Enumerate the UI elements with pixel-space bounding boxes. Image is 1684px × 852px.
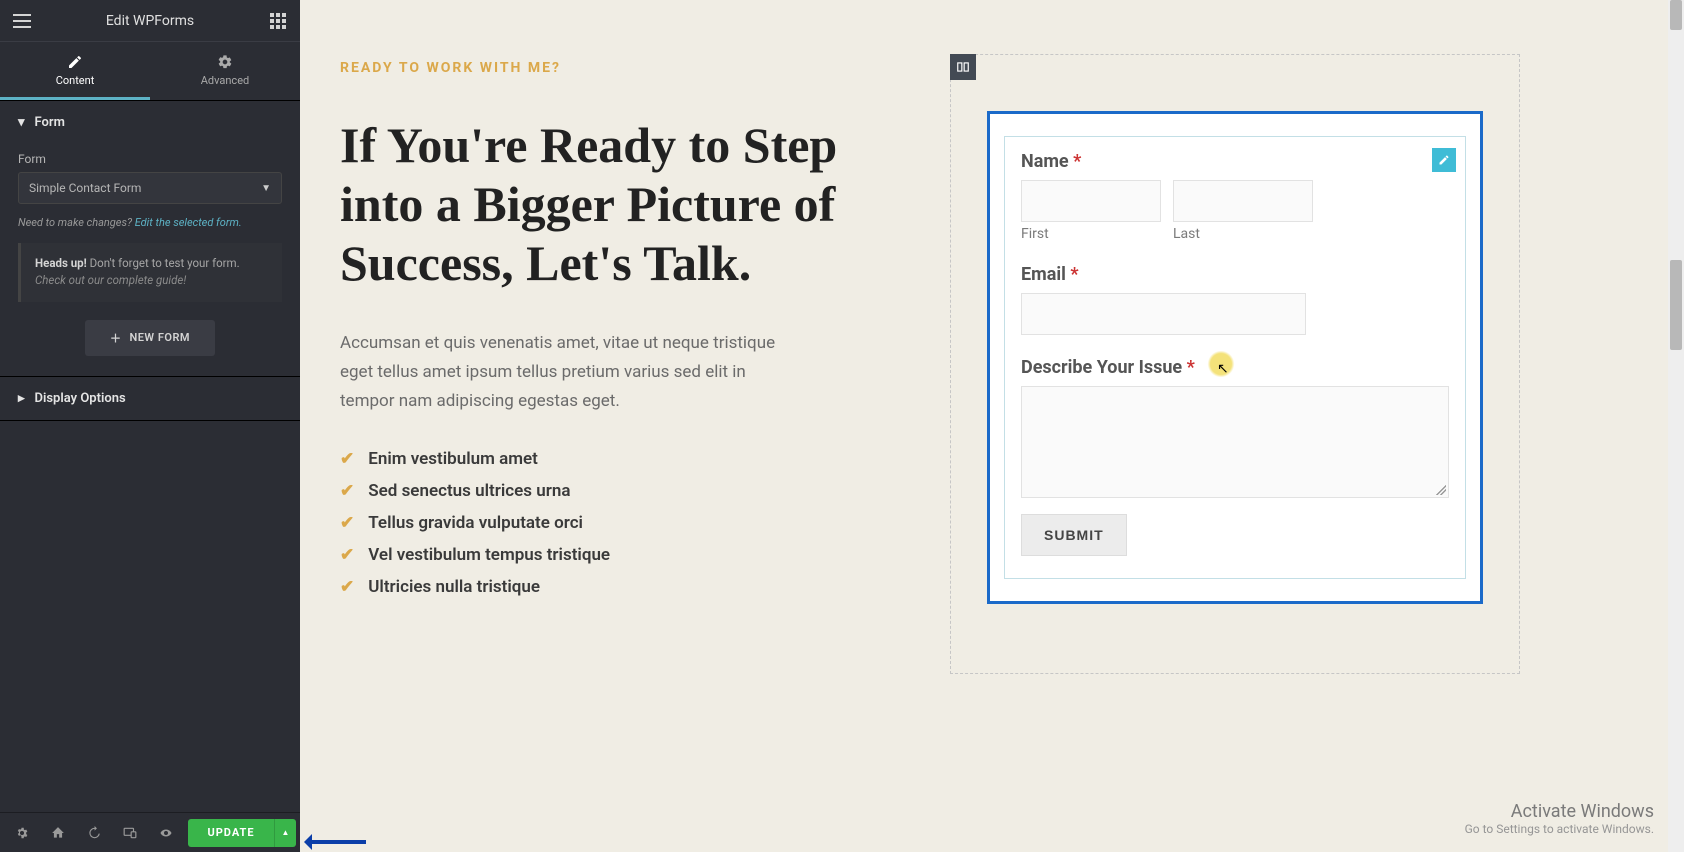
caret-down-icon: ▾ (18, 115, 25, 130)
email-field: Email * (1021, 264, 1449, 335)
section-form-body: Form Simple Contact Form ▼ Need to make … (0, 144, 300, 376)
form-select-value: Simple Contact Form (29, 181, 141, 195)
list-item: ✔Sed senectus ultrices urna (340, 481, 910, 501)
list-item: ✔Ultricies nulla tristique (340, 577, 910, 597)
panel-title: Edit WPForms (34, 13, 266, 29)
headline: If You're Ready to Step into a Bigger Pi… (340, 116, 840, 293)
update-dropdown[interactable]: ▲ (274, 819, 296, 847)
email-label: Email * (1021, 264, 1449, 285)
canvas-inner: READY TO WORK WITH ME? If You're Ready t… (340, 54, 1520, 674)
name-label: Name * (1021, 151, 1449, 172)
section-display-title: Display Options (35, 391, 126, 406)
check-icon: ✔ (340, 545, 354, 565)
update-button[interactable]: UPDATE (188, 819, 274, 847)
navigator-icon[interactable] (40, 813, 76, 852)
describe-label: Describe Your Issue * (1021, 357, 1449, 378)
body-paragraph: Accumsan et quis venenatis amet, vitae u… (340, 329, 800, 417)
tab-content-label: Content (56, 74, 95, 87)
content-column: READY TO WORK WITH ME? If You're Ready t… (340, 54, 910, 609)
annotation-arrow (306, 840, 366, 844)
describe-field: Describe Your Issue * ↖ (1021, 357, 1449, 498)
tab-content[interactable]: Content (0, 42, 150, 100)
sidebar-tabs: Content Advanced (0, 42, 300, 101)
update-button-group: UPDATE ▲ (188, 819, 296, 847)
first-sublabel: First (1021, 226, 1161, 242)
apps-grid-icon[interactable] (266, 9, 290, 33)
cursor-pointer-icon: ↖ (1217, 361, 1229, 377)
check-icon: ✔ (340, 449, 354, 469)
check-icon: ✔ (340, 513, 354, 533)
sidebar-footer: UPDATE ▲ (0, 812, 300, 852)
settings-icon[interactable] (4, 813, 40, 852)
scrollbar[interactable] (1668, 0, 1684, 852)
form-selected-box[interactable]: Name * First Last (987, 111, 1483, 604)
list-item: ✔Enim vestibulum amet (340, 449, 910, 469)
section-form-title: Form (35, 115, 65, 130)
new-form-label: NEW FORM (129, 331, 190, 344)
edit-selected-form-link[interactable]: Edit the selected form. (135, 216, 242, 229)
section-display-options: ▸ Display Options (0, 377, 300, 421)
name-field: Name * First Last (1021, 151, 1449, 242)
column-handle-icon[interactable] (950, 54, 976, 80)
wpforms-widget[interactable]: Name * First Last (950, 54, 1520, 674)
editor-sidebar: Edit WPForms Content Advanced ▾ Form For… (0, 0, 300, 852)
list-item: ✔Tellus gravida vulputate orci (340, 513, 910, 533)
section-form-header[interactable]: ▾ Form (0, 101, 300, 144)
form-inner: Name * First Last (1004, 136, 1466, 579)
check-icon: ✔ (340, 481, 354, 501)
history-icon[interactable] (76, 813, 112, 852)
caret-right-icon: ▸ (18, 391, 25, 406)
preview-icon[interactable] (148, 813, 184, 852)
widget-column: Name * First Last (950, 54, 1520, 674)
plus-icon: ＋ (110, 330, 122, 346)
submit-button[interactable]: SUBMIT (1021, 514, 1127, 556)
form-select[interactable]: Simple Contact Form ▼ (18, 172, 282, 204)
tab-advanced[interactable]: Advanced (150, 42, 300, 100)
email-input[interactable] (1021, 293, 1306, 335)
new-form-button[interactable]: ＋ NEW FORM (85, 320, 215, 356)
scrollbar-thumb[interactable] (1670, 0, 1682, 30)
canvas[interactable]: READY TO WORK WITH ME? If You're Ready t… (300, 0, 1684, 852)
form-helper-text: Need to make changes? Edit the selected … (18, 216, 282, 229)
last-sublabel: Last (1173, 226, 1313, 242)
sidebar-header: Edit WPForms (0, 0, 300, 42)
tab-advanced-label: Advanced (201, 74, 249, 87)
last-name-input[interactable] (1173, 180, 1313, 222)
form-field-label: Form (18, 152, 282, 166)
first-name-input[interactable] (1021, 180, 1161, 222)
caret-down-icon: ▼ (261, 183, 271, 194)
section-form: ▾ Form Form Simple Contact Form ▼ Need t… (0, 101, 300, 377)
responsive-icon[interactable] (112, 813, 148, 852)
scrollbar-thumb[interactable] (1670, 260, 1682, 350)
resize-handle-icon[interactable] (1436, 485, 1446, 495)
hamburger-icon[interactable] (10, 9, 34, 33)
edit-widget-icon[interactable] (1432, 148, 1456, 172)
check-icon: ✔ (340, 577, 354, 597)
section-display-header[interactable]: ▸ Display Options (0, 377, 300, 420)
eyebrow-text: READY TO WORK WITH ME? (340, 60, 910, 76)
feature-list: ✔Enim vestibulum amet ✔Sed senectus ultr… (340, 449, 910, 597)
describe-textarea[interactable] (1021, 386, 1449, 498)
list-item: ✔Vel vestibulum tempus tristique (340, 545, 910, 565)
heads-up-notice: Heads up! Don't forget to test your form… (18, 243, 282, 302)
windows-watermark: Activate Windows Go to Settings to activ… (1465, 801, 1654, 836)
